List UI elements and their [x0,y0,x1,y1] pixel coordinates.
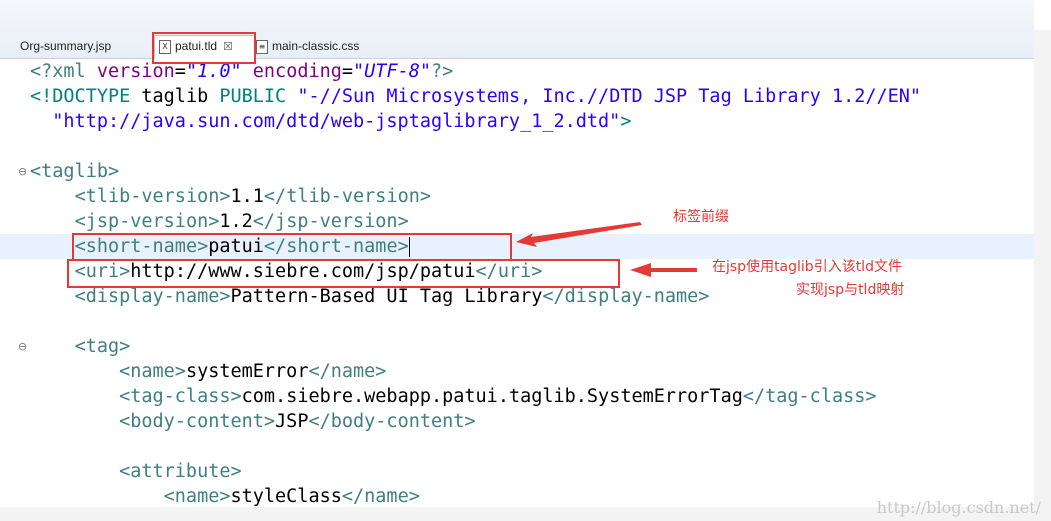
code-token: </jsp-version> [252,211,409,232]
short-name-highlight-box [72,233,512,261]
code-text: "http://java.sun.com/dtd/web-jsptaglibra… [30,109,631,134]
code-line[interactable]: ⊖ <taglib> [0,159,1034,184]
code-line[interactable]: <jsp-version>1.2</jsp-version> [0,209,1034,234]
code-token: <!DOCTYPE [30,86,142,107]
code-token: ?> [431,61,454,82]
code-text: <tag> [30,334,131,359]
uri-highlight-box [67,259,620,288]
code-text: <jsp-version>1.2</jsp-version> [30,209,409,234]
code-token: <name> [119,361,186,382]
code-text: <name>systemError</name> [30,359,386,384]
code-line[interactable] [0,434,1034,459]
watermark: http://blog.csdn.net/ [876,498,1041,517]
code-token: = [341,61,354,82]
code-token: com.siebre.webapp.patui.taglib.SystemErr… [241,386,743,407]
code-token: <taglib> [30,161,120,182]
code-token: <name> [163,486,231,507]
fold-toggle-icon[interactable]: ⊖ [18,159,27,184]
code-line[interactable]: <name>systemError</name> [0,359,1034,384]
code-token: 1.2 [219,211,253,232]
css-file-icon: ≡ [256,39,268,54]
code-token: </body-content> [308,411,476,432]
code-token: PUBLIC [219,86,298,107]
code-token: = [174,61,186,82]
code-text: <taglib> [30,159,119,184]
code-token: </tag-class> [742,386,877,407]
code-line[interactable]: <tag-class>com.siebre.webapp.patui.tagli… [0,384,1034,409]
code-line[interactable]: <body-content>JSP</body-content> [0,409,1034,434]
code-token: JSP [275,411,309,432]
code-line[interactable]: "http://java.sun.com/dtd/web-jsptaglibra… [0,109,1034,134]
code-text: <name>styleClass</name> [30,484,420,509]
code-token: <jsp-version> [74,211,220,232]
code-token: "http://java.sun.com/dtd/web-jsptaglibra… [52,111,621,132]
code-token: <display-name> [74,286,231,307]
code-token: </name> [308,361,387,382]
uri-annotation-line2: 实现jsp与tld映射 [796,282,905,298]
code-token: </display-name> [542,286,710,307]
code-line[interactable]: <!DOCTYPE taglib PUBLIC "-//Sun Microsys… [0,84,1034,109]
tab-label: main-classic.css [272,39,360,53]
code-token: encoding [252,61,342,82]
code-token: > [620,111,632,132]
code-line[interactable]: <tlib-version>1.1</tlib-version> [0,184,1034,209]
code-token: </name> [341,486,420,507]
code-token: "UTF-8" [353,61,431,82]
code-token: <body-content> [119,411,276,432]
code-token: styleClass [230,486,342,507]
code-text: <attribute> [30,459,242,484]
code-line[interactable]: ⊖ <tag> [0,334,1034,359]
uri-annotation-line1: 在jsp使用taglib引入该tld文件 [712,259,902,275]
code-text: <!DOCTYPE taglib PUBLIC "-//Sun Microsys… [30,84,921,109]
code-token: "1.0" [185,61,242,82]
code-line[interactable] [0,134,1034,159]
prefix-annotation: 标签前缀 [673,209,729,225]
code-line[interactable] [0,309,1034,334]
code-text: <body-content>JSP</body-content> [30,409,476,434]
code-line[interactable]: <attribute> [0,459,1034,484]
code-token: Pattern-Based UI Tag Library [230,286,543,307]
active-tab-highlight-box [152,32,256,64]
tab-org-summary[interactable]: Org-summary.jsp [20,36,111,56]
fold-toggle-icon[interactable]: ⊖ [18,334,27,359]
code-text: <tlib-version>1.1</tlib-version> [30,184,431,209]
tab-label: Org-summary.jsp [20,39,112,53]
code-token: 1.1 [230,186,264,207]
code-token: taglib [141,86,220,107]
code-token: version [96,61,175,82]
code-token: <?xml [30,61,97,82]
code-token: "-//Sun Microsystems, Inc.//DTD JSP Tag … [297,86,922,107]
vertical-scrollbar[interactable] [1034,30,1051,521]
code-token: <attribute> [119,461,242,482]
tab-main-classic-css[interactable]: ≡ main-classic.css [256,36,359,56]
code-text: <tag-class>com.siebre.webapp.patui.tagli… [30,384,877,409]
code-token: <tlib-version> [74,186,231,207]
code-token: </tlib-version> [263,186,431,207]
code-token: <tag-class> [119,386,242,407]
code-token: <tag> [74,336,131,357]
code-token: systemError [185,361,309,382]
